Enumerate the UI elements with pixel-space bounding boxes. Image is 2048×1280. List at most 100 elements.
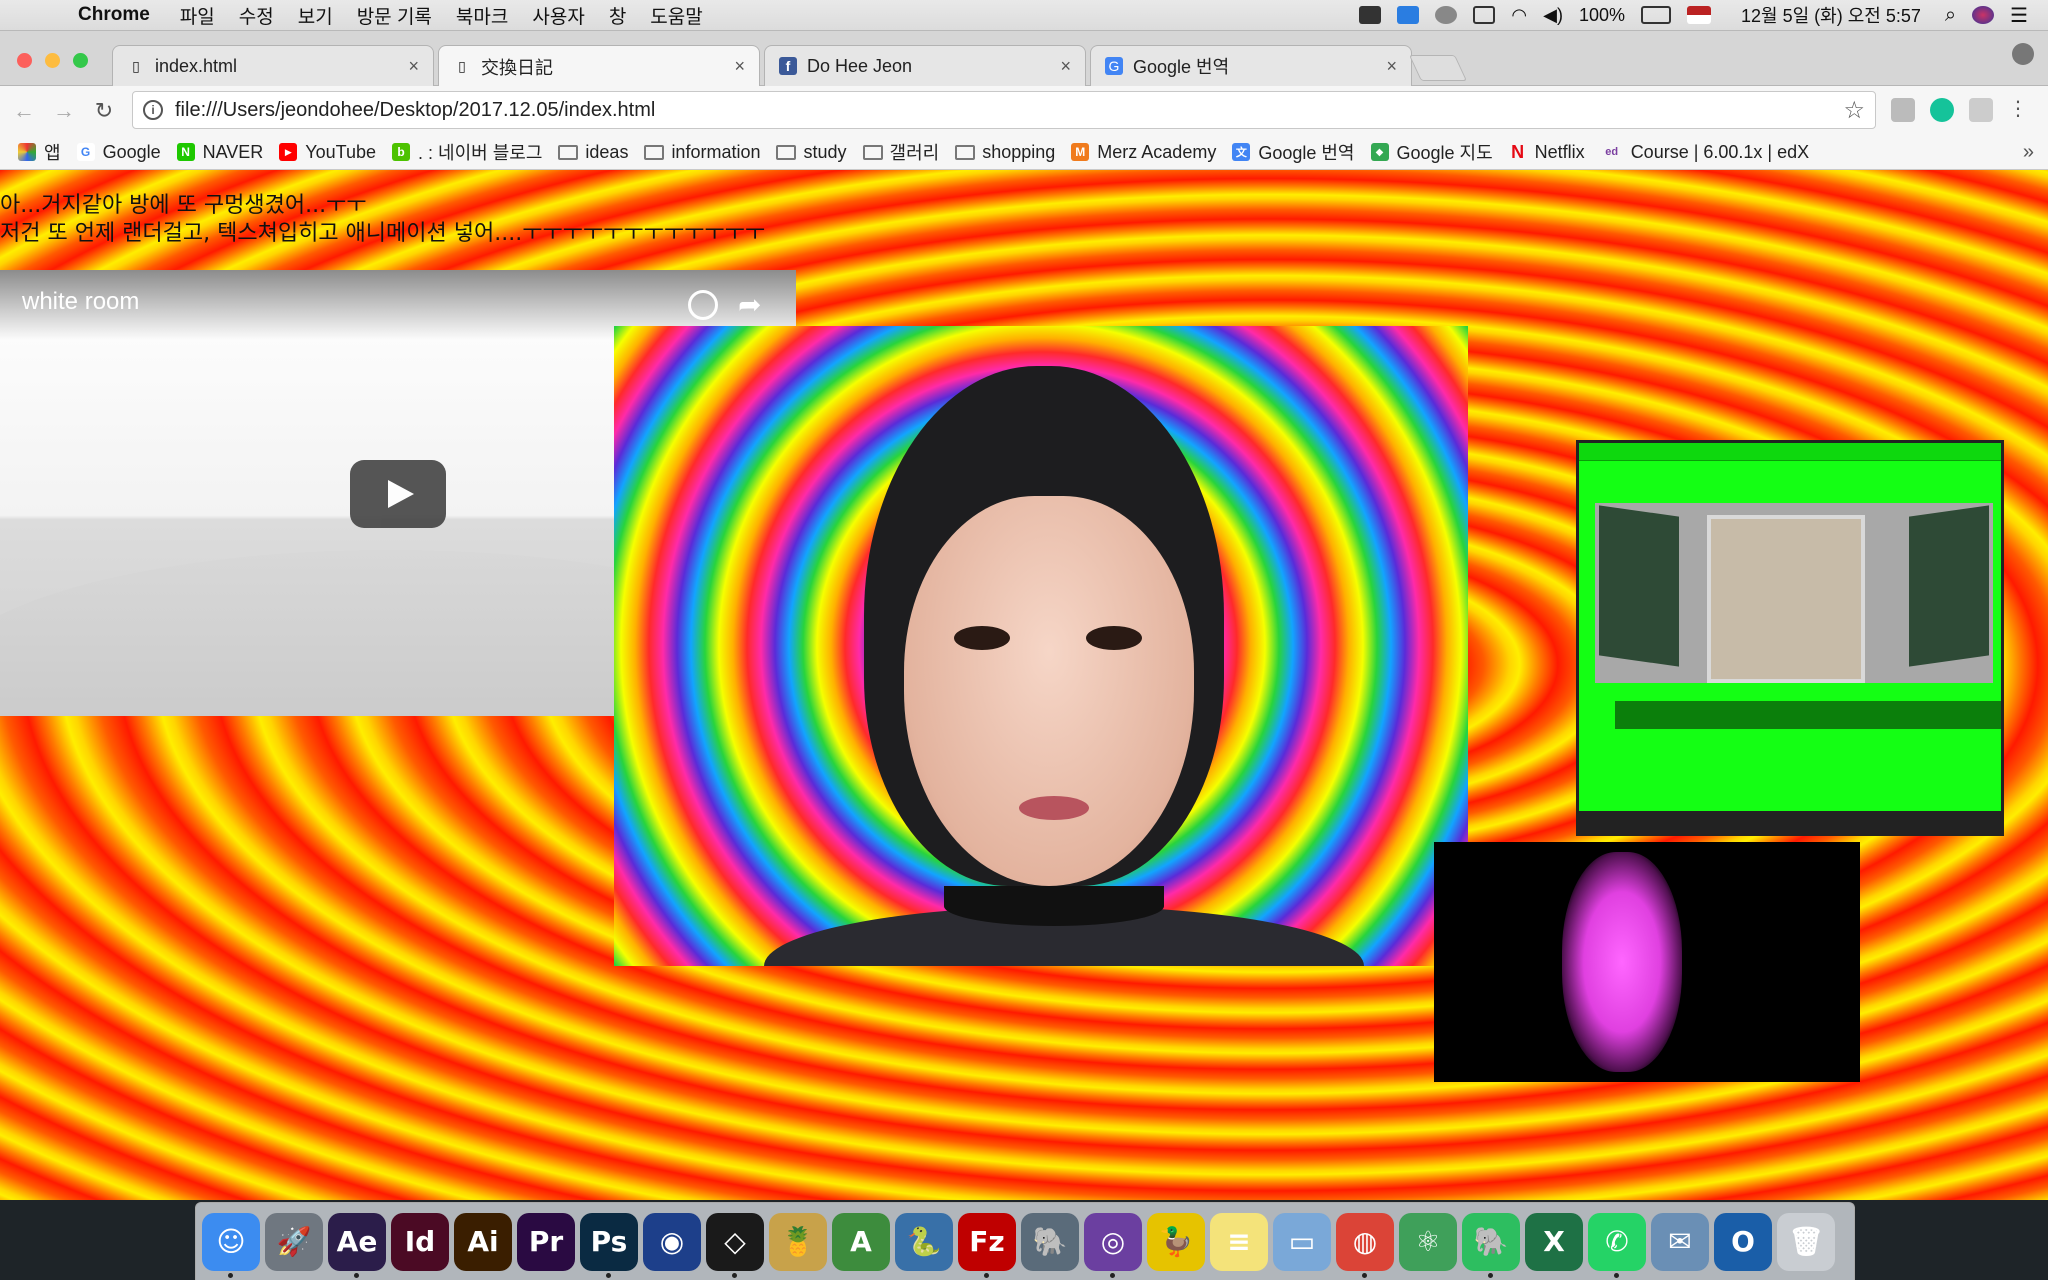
menu-help[interactable]: 도움말 xyxy=(650,2,702,29)
chrome-icon[interactable]: ◍ xyxy=(1336,1212,1394,1278)
chrome-menu-icon[interactable]: ⋮ xyxy=(2008,98,2028,122)
bookmark-folder-study[interactable]: study xyxy=(776,142,847,163)
menu-people[interactable]: 사용자 xyxy=(532,2,584,29)
bookmark-youtube[interactable]: ▶ YouTube xyxy=(279,142,376,163)
zoom-window-button[interactable] xyxy=(73,53,88,68)
app-menu[interactable]: Chrome xyxy=(78,4,150,26)
menu-history[interactable]: 방문 기록 xyxy=(357,2,432,29)
address-bar[interactable]: i file:///Users/jeondohee/Desktop/2017.1… xyxy=(132,91,1876,129)
grammarly-icon[interactable] xyxy=(1930,98,1954,122)
outlook-icon[interactable]: O xyxy=(1714,1212,1772,1271)
cast-icon[interactable] xyxy=(1969,98,1993,122)
menu-bookmarks[interactable]: 북마크 xyxy=(456,2,508,29)
battery-percent[interactable]: 100% xyxy=(1579,5,1625,26)
whatsapp-icon[interactable]: ✆ xyxy=(1588,1212,1646,1278)
menu-file[interactable]: 파일 xyxy=(180,2,215,29)
illustrator-icon[interactable]: Ai xyxy=(454,1212,512,1271)
unity-icon[interactable]: ◇ xyxy=(706,1212,764,1278)
bookmark-google-maps[interactable]: ◆ Google 지도 xyxy=(1370,139,1493,165)
menu-edit[interactable]: 수정 xyxy=(239,2,274,29)
atom-icon[interactable]: ⚛ xyxy=(1399,1212,1457,1271)
sequel-pro-icon[interactable]: 🐘 xyxy=(1021,1212,1079,1271)
premiere-icon[interactable]: Pr xyxy=(517,1212,575,1271)
bookmark-folder-ideas[interactable]: ideas xyxy=(558,142,628,163)
back-button[interactable]: ← xyxy=(8,98,40,124)
github-icon[interactable]: ◎ xyxy=(1084,1212,1142,1278)
android-studio-icon[interactable]: A xyxy=(832,1212,890,1271)
naver-blog-icon: b xyxy=(392,143,411,161)
siri-icon[interactable] xyxy=(1972,6,1995,24)
photoshop-icon[interactable]: Ps xyxy=(580,1212,638,1278)
preview-icon[interactable]: ▭ xyxy=(1273,1212,1331,1271)
volume-icon[interactable]: ◀) xyxy=(1543,5,1563,26)
creative-cloud-icon[interactable] xyxy=(1435,6,1458,24)
notification-center-icon[interactable]: ☰ xyxy=(2010,3,2028,28)
browser-toolbar: ← → ↻ i file:///Users/jeondohee/Desktop/… xyxy=(0,86,2048,135)
extension-icon[interactable] xyxy=(1891,98,1915,122)
excel-icon[interactable]: X xyxy=(1525,1212,1583,1271)
page-text-line-1: 아...거지같아 방에 또 구멍생겼어...ㅜㅜ xyxy=(0,193,367,218)
bookmark-netflix[interactable]: N Netflix xyxy=(1509,142,1585,163)
close-tab-icon[interactable]: × xyxy=(1386,56,1397,77)
folder-icon xyxy=(776,144,797,160)
battery-icon[interactable] xyxy=(1641,6,1671,24)
tab-google-translate[interactable]: G Google 번역 × xyxy=(1090,45,1412,86)
filezilla-icon[interactable]: Fz xyxy=(958,1212,1016,1278)
launchpad-icon[interactable]: 🚀 xyxy=(265,1212,323,1271)
bookmark-folder-gallery[interactable]: 갤러리 xyxy=(862,139,939,165)
wifi-icon[interactable]: ◠ xyxy=(1511,5,1527,26)
tab-index-html[interactable]: ▯ index.html × xyxy=(112,45,434,86)
after-effects-icon[interactable]: Ae xyxy=(328,1212,386,1278)
play-button[interactable] xyxy=(350,460,446,528)
bookmark-merz-academy[interactable]: M Merz Academy xyxy=(1071,142,1216,163)
cocktail-icon[interactable]: 🍍 xyxy=(769,1212,827,1271)
close-tab-icon[interactable]: × xyxy=(734,56,745,77)
bookmark-naver[interactable]: N NAVER xyxy=(176,142,263,163)
bookmark-google[interactable]: G Google xyxy=(76,142,161,163)
shield-status-icon[interactable] xyxy=(1397,6,1420,24)
input-flag-icon[interactable] xyxy=(1687,6,1711,24)
menu-view[interactable]: 보기 xyxy=(298,2,333,29)
tab-exchange-diary[interactable]: ▯ 交換日記 × xyxy=(438,45,760,87)
mail-hawk-icon[interactable]: ✉ xyxy=(1651,1212,1709,1271)
reload-button[interactable]: ↻ xyxy=(88,98,120,124)
cinema4d-icon[interactable]: ◉ xyxy=(643,1212,701,1271)
info-icon[interactable]: i xyxy=(143,100,163,120)
airplay-icon[interactable] xyxy=(1473,6,1496,24)
spotlight-search-icon[interactable]: ⌕ xyxy=(1945,4,1956,27)
profile-icon[interactable] xyxy=(2012,43,2034,65)
apps-icon xyxy=(18,143,36,161)
cyberduck-icon[interactable]: 🦆 xyxy=(1147,1212,1205,1271)
bookmark-google-translate[interactable]: 文 Google 번역 xyxy=(1232,139,1355,165)
close-tab-icon[interactable]: × xyxy=(408,56,419,77)
watch-later-icon[interactable] xyxy=(688,290,718,320)
share-icon[interactable]: ➦ xyxy=(738,288,761,321)
bookmark-apps[interactable]: 앱 xyxy=(18,139,61,165)
video-title[interactable]: white room xyxy=(22,288,139,316)
python-icon[interactable]: 🐍 xyxy=(895,1212,953,1271)
minimize-window-button[interactable] xyxy=(45,53,60,68)
unity-wall-panel-right xyxy=(1909,505,1989,667)
bookmark-naver-blog[interactable]: b . : 네이버 블로그 xyxy=(392,139,542,165)
notes-icon[interactable]: ≡ xyxy=(1210,1212,1268,1271)
evernote-icon[interactable]: 🐘 xyxy=(1462,1212,1520,1278)
bookmark-star-icon[interactable]: ☆ xyxy=(1843,96,1865,125)
clock[interactable]: 12월 5일 (화) 오전 5:57 xyxy=(1741,2,1921,28)
bookmark-folder-shopping[interactable]: shopping xyxy=(955,142,1055,163)
new-tab-button[interactable] xyxy=(1408,55,1468,81)
close-tab-icon[interactable]: × xyxy=(1060,56,1071,77)
tab-do-hee-jeon[interactable]: f Do Hee Jeon × xyxy=(764,45,1086,86)
unity-elevator-door xyxy=(1707,515,1865,683)
menu-window[interactable]: 창 xyxy=(609,2,626,29)
bookmark-edx-course[interactable]: ed Course | 6.00.1x | edX xyxy=(1601,142,1809,163)
google-translate-icon: G xyxy=(1105,57,1123,75)
finder-icon[interactable]: ☺ xyxy=(202,1212,260,1278)
close-window-button[interactable] xyxy=(17,53,32,68)
forward-button[interactable]: → xyxy=(48,98,80,124)
trash-icon[interactable]: 🗑 xyxy=(1777,1212,1835,1271)
url-text[interactable]: file:///Users/jeondohee/Desktop/2017.12.… xyxy=(175,99,655,122)
bookmark-folder-information[interactable]: information xyxy=(644,142,760,163)
bookmarks-overflow-icon[interactable]: » xyxy=(2023,141,2034,164)
indesign-icon[interactable]: Id xyxy=(391,1212,449,1271)
evernote-status-icon[interactable] xyxy=(1359,6,1382,24)
